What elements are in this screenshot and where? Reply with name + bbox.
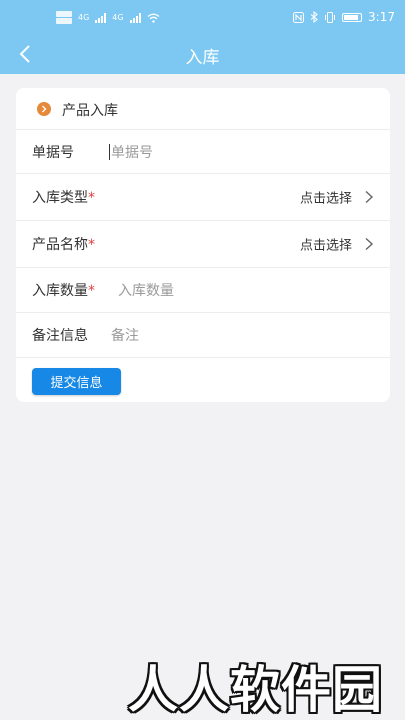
nfc-icon: [293, 11, 305, 23]
bluetooth-icon: [310, 11, 318, 23]
watermark-text: 人人软件园: [128, 661, 383, 719]
field-label: 入库类型*: [32, 190, 95, 206]
field-label: 产品名称*: [32, 237, 95, 253]
text-cursor: [109, 143, 110, 160]
sim-tags: [56, 11, 72, 24]
inbound-type-select[interactable]: 点击选择: [300, 188, 352, 207]
status-bar: 4G 4G 3:17: [0, 0, 405, 34]
section-title: 产品入库: [62, 103, 118, 119]
nav-bar: 入库: [0, 34, 405, 74]
submit-button[interactable]: 提交信息: [32, 368, 121, 395]
required-mark: *: [88, 283, 95, 299]
status-time: 3:17: [368, 10, 395, 24]
chevron-right-icon: [365, 237, 374, 251]
remarks-input[interactable]: 备注: [111, 325, 139, 345]
signal-indicators: 4G 4G: [56, 11, 160, 24]
field-inbound-quantity: 入库数量* 入库数量: [16, 268, 390, 313]
sim1-tag: [56, 11, 72, 17]
sim2-tag: [56, 18, 72, 24]
field-product-name[interactable]: 产品名称* 点击选择: [16, 221, 390, 268]
wifi-icon: [147, 13, 160, 23]
status-right-icons: 3:17: [293, 10, 395, 24]
document-number-input[interactable]: 单据号: [111, 142, 153, 162]
field-remarks: 备注信息 备注: [16, 313, 390, 358]
field-label: 入库数量*: [32, 283, 95, 299]
page-title: 入库: [185, 48, 220, 68]
field-label: 单据号: [32, 144, 74, 161]
required-mark: *: [88, 190, 95, 206]
battery-icon: [342, 12, 363, 22]
field-document-number: 单据号 单据号: [16, 130, 390, 174]
field-inbound-type[interactable]: 入库类型* 点击选择: [16, 174, 390, 221]
product-name-select[interactable]: 点击选择: [300, 235, 352, 254]
required-mark: *: [88, 237, 95, 253]
sim2-network: 4G: [112, 13, 124, 22]
chevron-right-icon: [365, 190, 374, 204]
field-label: 备注信息: [32, 328, 88, 344]
inbound-quantity-input[interactable]: 入库数量: [118, 280, 174, 300]
form-card: 产品入库 单据号 单据号 入库类型* 点击选择 产品名称* 点击选择 入库数量*…: [16, 88, 390, 402]
sim1-network: 4G: [78, 13, 90, 22]
section-arrow-icon: [37, 102, 51, 116]
vibrate-icon: [325, 11, 336, 23]
signal-icon-2: [129, 12, 141, 23]
signal-icon: [95, 12, 107, 23]
section-header: 产品入库: [16, 88, 390, 130]
